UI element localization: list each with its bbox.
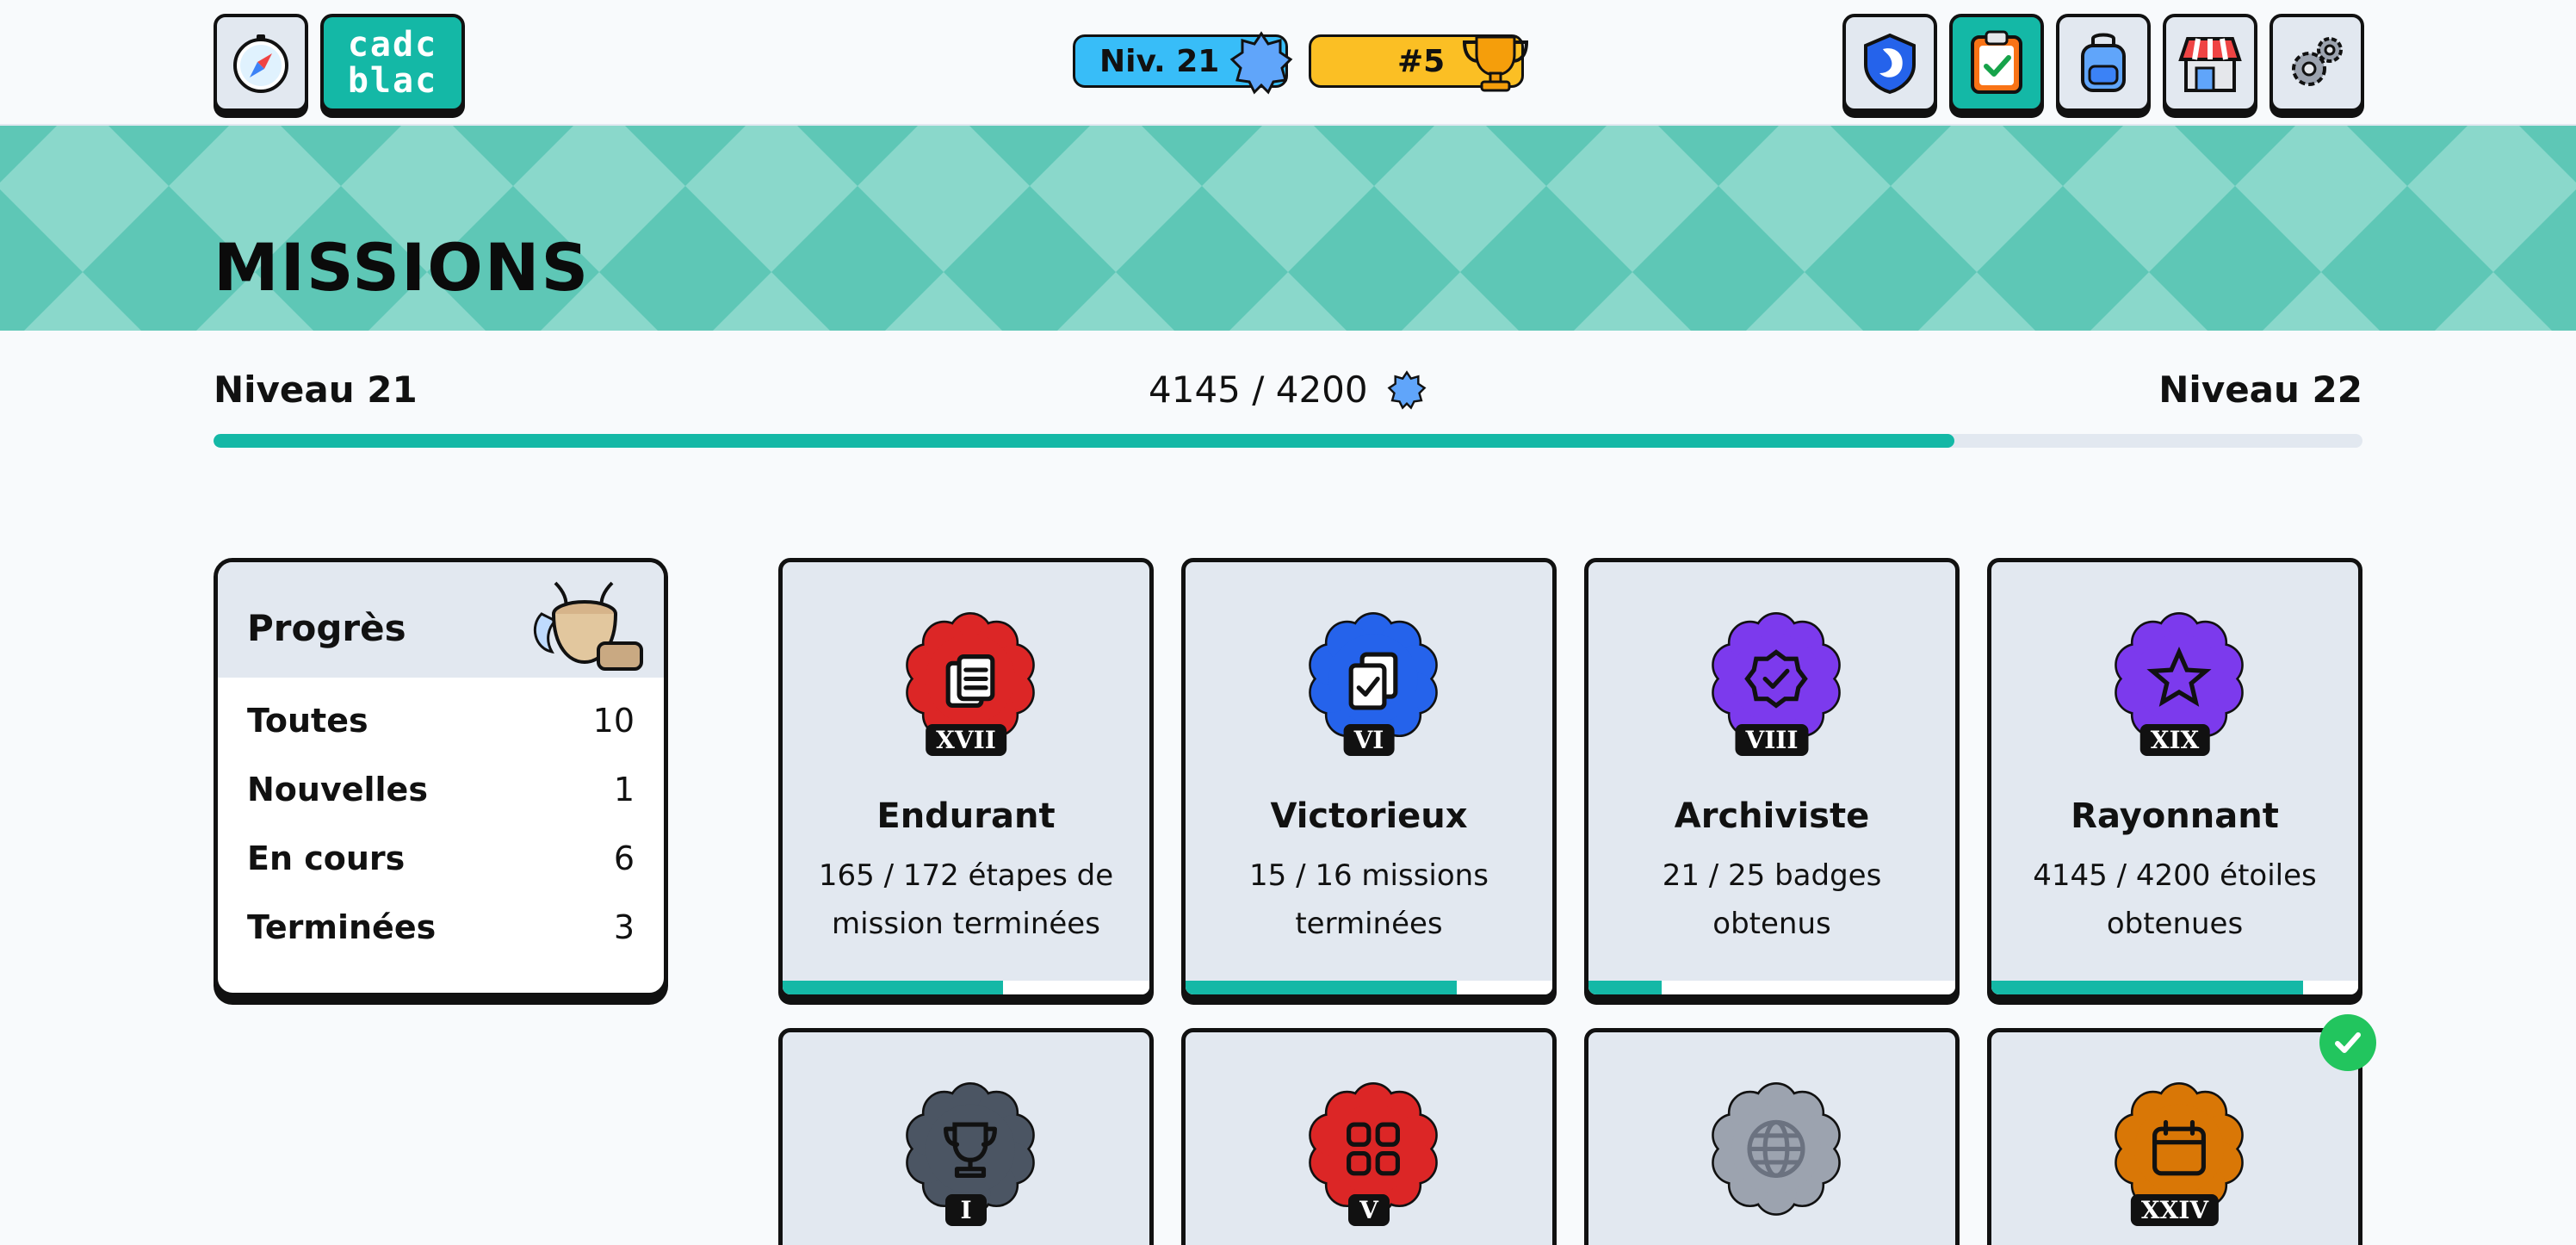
trophy-icon xyxy=(1462,35,1529,92)
top-bar: cadc blac Niv. 21 #5 xyxy=(0,0,2576,126)
globe-icon xyxy=(1712,1082,1841,1216)
panel-header: Progrès xyxy=(218,562,664,678)
check-icon xyxy=(2335,1032,2361,1053)
filter-row[interactable]: Toutes 10 xyxy=(218,686,664,755)
filter-list: Toutes 10 Nouvelles 1 En cours 6 Terminées 3 xyxy=(218,678,664,962)
mission-card[interactable] xyxy=(1584,1028,1960,1245)
mission-progress-fill xyxy=(1186,981,1458,994)
mission-tier: VI xyxy=(1343,724,1395,756)
mission-description: 4145 / 4200 étoiles obtenues xyxy=(2033,858,2317,941)
star-badge-icon xyxy=(1229,31,1293,95)
filter-count: 3 xyxy=(613,908,635,946)
filter-row[interactable]: En cours 6 xyxy=(218,824,664,893)
filter-label: Nouvelles xyxy=(247,771,428,808)
level-xp-counter: 4145 / 4200 xyxy=(1149,369,1427,411)
mission-card[interactable]: V xyxy=(1181,1028,1557,1245)
mission-name: Archiviste xyxy=(1674,796,1870,836)
rank-pill-text: #5 xyxy=(1397,43,1446,79)
mission-progress-bar xyxy=(1991,981,2358,994)
current-level-label: Niveau 21 xyxy=(214,369,418,411)
gears-icon xyxy=(2292,37,2343,86)
mission-progress-fill xyxy=(1588,981,1663,994)
mission-progress-bar xyxy=(1186,981,1552,994)
mission-description: 21 / 25 badges obtenus xyxy=(1662,858,1882,941)
shield-button[interactable] xyxy=(1842,14,1937,112)
backpack-button[interactable] xyxy=(2056,14,2151,112)
mission-tier: XXIV xyxy=(2130,1194,2220,1226)
globe-medal xyxy=(1707,1082,1845,1223)
compass-button[interactable] xyxy=(214,14,308,112)
shield-icon xyxy=(1864,33,1916,95)
level-pill-text: Niv. 21 xyxy=(1099,43,1220,79)
mission-tier: XIX xyxy=(2139,724,2210,756)
mission-tier: VIII xyxy=(1735,724,1809,756)
page-title: MISSIONS xyxy=(214,229,591,306)
mission-card[interactable]: VIII Archiviste 21 / 25 badges obtenus xyxy=(1584,558,1960,999)
panel-title: Progrès xyxy=(247,607,406,649)
mission-card[interactable]: XVII Endurant 165 / 172 étapes de mission … xyxy=(778,558,1154,999)
star-badge-icon xyxy=(1387,369,1427,410)
mission-progress-bar xyxy=(1588,981,1955,994)
progress-filter-panel: Progrès Toutes 10 Nouvelles 1 En cours 6 Termi… xyxy=(214,558,668,997)
mission-description: 15 / 16 missions terminées xyxy=(1249,858,1489,941)
mission-tier: XVII xyxy=(926,724,1006,756)
mission-progress-fill xyxy=(1991,981,2304,994)
mission-progress-fill xyxy=(783,981,1003,994)
mission-name: Endurant xyxy=(876,796,1056,836)
filter-count: 1 xyxy=(613,771,635,808)
filter-label: Terminées xyxy=(247,908,437,946)
shop-icon xyxy=(2178,37,2242,92)
filter-row[interactable]: Terminées 3 xyxy=(218,893,664,962)
level-pill[interactable]: Niv. 21 xyxy=(1073,31,1293,95)
missions-button[interactable] xyxy=(1949,14,2044,112)
winged-pot-icon xyxy=(533,581,643,671)
logo-line-1: cadc xyxy=(347,25,438,65)
rank-pill[interactable]: #5 xyxy=(1309,34,1529,92)
mission-progress-bar xyxy=(783,981,1149,994)
logo-line-2: blac xyxy=(347,61,438,101)
backpack-icon xyxy=(2081,33,2126,92)
mission-card[interactable]: VI Victorieux 15 / 16 missions terminées xyxy=(1181,558,1557,999)
level-progress-fill xyxy=(214,434,1954,448)
filter-row[interactable]: Nouvelles 1 xyxy=(218,755,664,824)
mission-tier: V xyxy=(1348,1194,1390,1226)
level-xp-text: 4145 / 4200 xyxy=(1149,369,1368,411)
mission-tier: I xyxy=(945,1194,987,1226)
mission-card[interactable]: XXIV xyxy=(1987,1028,2362,1245)
filter-count: 6 xyxy=(613,839,635,877)
filter-count: 10 xyxy=(592,702,635,740)
shop-button[interactable] xyxy=(2163,14,2257,112)
next-level-label: Niveau 22 xyxy=(2158,369,2362,411)
mission-description: 165 / 172 étapes de mission terminées xyxy=(818,858,1114,941)
completed-check-badge xyxy=(2319,1014,2376,1071)
clipboard-check-icon xyxy=(1971,30,2022,94)
mission-name: Rayonnant xyxy=(2071,796,2279,836)
settings-button[interactable] xyxy=(2269,14,2364,112)
level-progress-bar xyxy=(214,434,2362,448)
app-logo[interactable]: cadc blac xyxy=(320,14,465,112)
compass-icon xyxy=(233,34,288,93)
filter-label: En cours xyxy=(247,839,406,877)
mission-card[interactable]: XIX Rayonnant 4145 / 4200 étoiles obtenues xyxy=(1987,558,2362,999)
mission-name: Victorieux xyxy=(1270,796,1468,836)
page-banner: MISSIONS xyxy=(0,126,2576,331)
filter-label: Toutes xyxy=(247,702,368,740)
mission-card[interactable]: I xyxy=(778,1028,1154,1245)
